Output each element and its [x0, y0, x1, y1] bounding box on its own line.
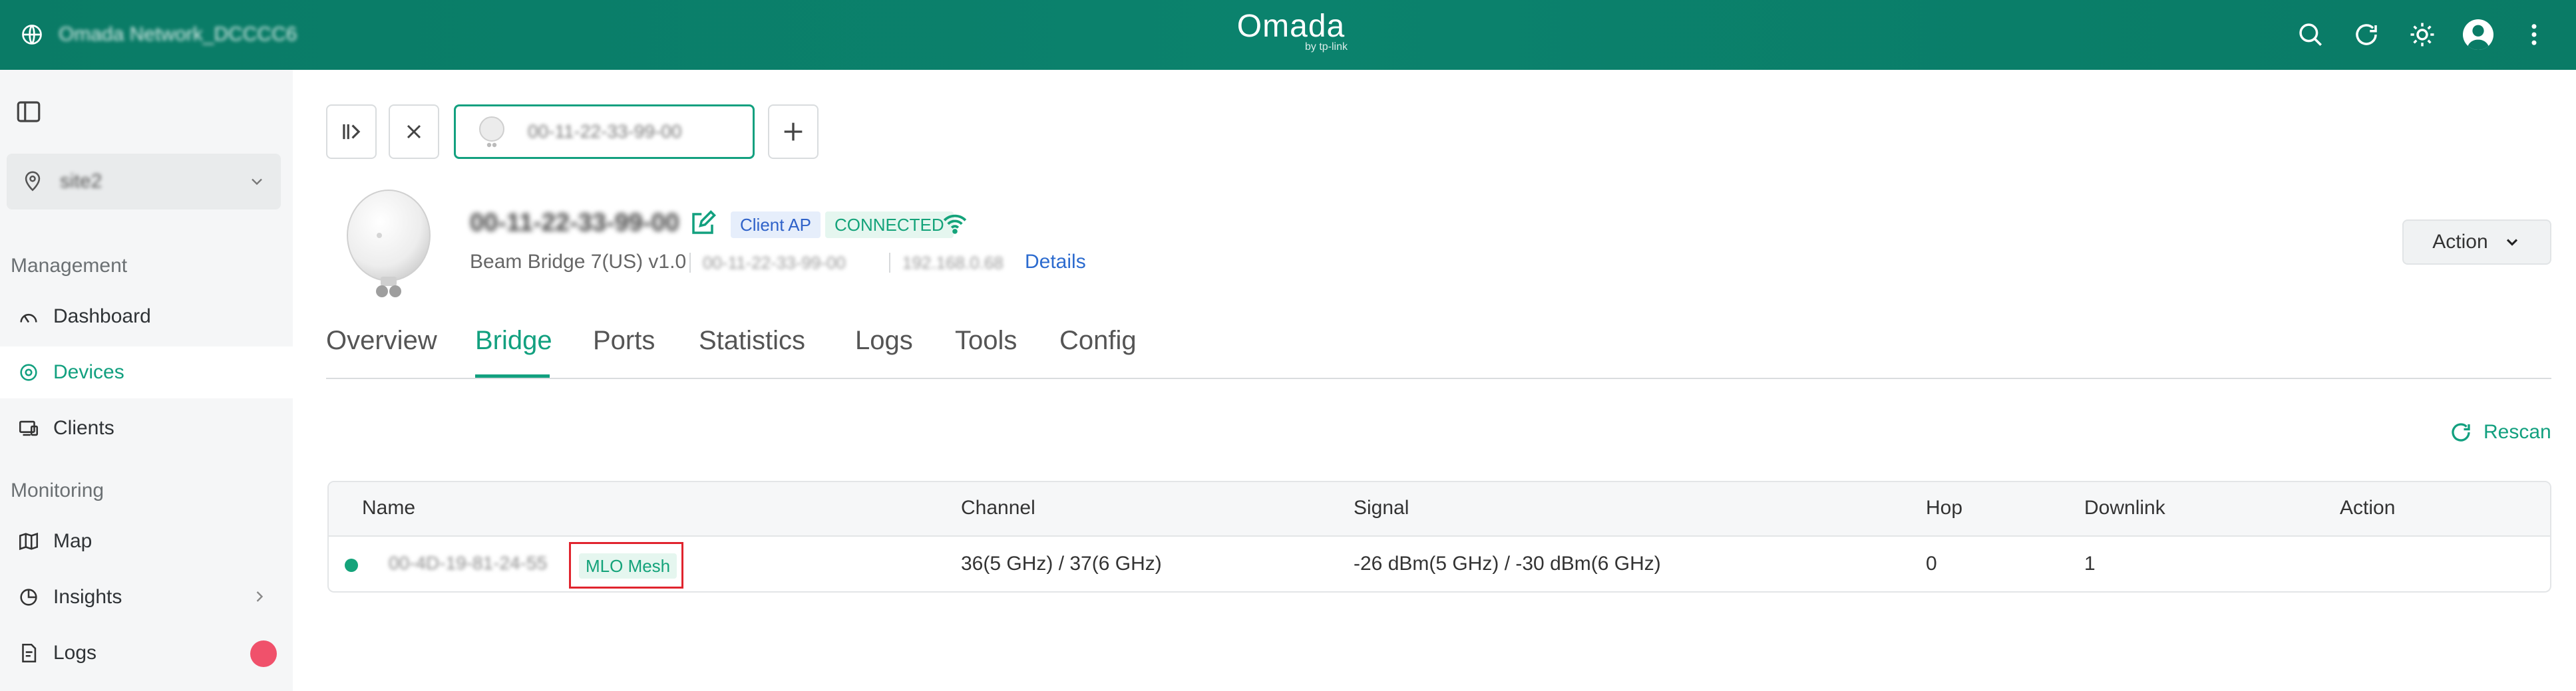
sidebar-item-devices[interactable]: Devices [0, 346, 293, 398]
sidebar-item-label: Devices [53, 361, 124, 383]
devices-icon [20, 364, 37, 381]
highlight-box: MLO Mesh [569, 542, 683, 589]
rescan-label: Rescan [2484, 421, 2551, 443]
globe-icon [22, 25, 42, 45]
add-tab-button[interactable] [768, 104, 819, 159]
sidebar-item-label: Dashboard [53, 305, 151, 327]
sidebar-item-dashboard[interactable]: Dashboard [0, 291, 293, 343]
sidebar-toggle-icon[interactable] [15, 98, 43, 126]
sidebar-item-label: Map [53, 530, 92, 552]
edit-icon[interactable] [689, 209, 717, 237]
collapse-arrow-icon [343, 124, 361, 140]
tab-ports[interactable]: Ports [593, 326, 655, 356]
row-device-name: 00-4D-19-81-24-55 [389, 553, 548, 573]
network-name: Omada Network_DCCCC6 [59, 23, 297, 45]
tab-statistics[interactable]: Statistics [699, 326, 805, 356]
group-label-monitoring: Monitoring [11, 480, 104, 501]
details-link[interactable]: Details [1025, 251, 1086, 273]
sidebar: site2 Management Dashboard Devices Clien… [0, 70, 293, 691]
tab-config[interactable]: Config [1059, 326, 1137, 356]
column-header-action: Action [2340, 497, 2396, 519]
row-hop: 0 [1926, 553, 1937, 575]
plus-icon [784, 122, 803, 141]
dashboard-icon [20, 313, 37, 323]
device-thumbnail-icon [479, 116, 504, 148]
sidebar-item-logs[interactable]: Logs [0, 627, 293, 679]
header-actions [2295, 16, 2549, 53]
tab-bridge[interactable]: Bridge [475, 326, 552, 356]
group-label-management: Management [11, 255, 128, 277]
close-tab-button[interactable] [389, 104, 439, 159]
sidebar-item-label: Logs [53, 642, 97, 664]
sidebar-item-clients[interactable]: Clients [0, 402, 293, 454]
column-header-downlink: Downlink [2084, 497, 2165, 519]
clients-icon [19, 420, 39, 436]
row-signal: -26 dBm(5 GHz) / -30 dBm(6 GHz) [1354, 553, 1661, 575]
tab-logs[interactable]: Logs [855, 326, 913, 356]
status-badge: CONNECTED [825, 211, 954, 238]
location-pin-icon [25, 171, 41, 192]
action-label: Action [2432, 231, 2488, 253]
expand-panel-button[interactable] [326, 104, 377, 159]
column-header-hop: Hop [1926, 497, 1963, 519]
row-channel: 36(5 GHz) / 37(6 GHz) [961, 553, 1162, 575]
site-name: site2 [60, 170, 102, 192]
table-header: Name Channel Signal Hop Downlink Action [329, 482, 2550, 537]
online-status-dot [345, 559, 358, 572]
bridge-table: Name Channel Signal Hop Downlink Action … [327, 481, 2551, 593]
device-ip: 192.168.0.68 [902, 253, 1004, 273]
sidebar-item-label: Clients [53, 417, 114, 439]
theme-icon[interactable] [2407, 19, 2438, 50]
notification-badge [250, 640, 277, 667]
chevron-down-icon [2506, 239, 2517, 246]
tab-tools[interactable]: Tools [955, 326, 1017, 356]
tab-overview[interactable]: Overview [326, 326, 437, 356]
chevron-right-icon [256, 591, 264, 602]
column-header-channel: Channel [961, 497, 1035, 519]
device-tab-mac: 00-11-22-33-99-00 [528, 121, 682, 142]
row-downlink: 1 [2084, 553, 2096, 575]
omada-logo: Omada by tp-link [1234, 9, 1348, 53]
sidebar-item-insights[interactable]: Insights [0, 571, 293, 623]
rescan-button[interactable]: Rescan [2449, 420, 2551, 444]
mlo-mesh-tag: MLO Mesh [579, 553, 677, 579]
device-model: Beam Bridge 7(US) v1.0 [470, 251, 687, 273]
wifi-icon [943, 214, 967, 234]
device-type-tag: Client AP [731, 211, 821, 238]
column-header-signal: Signal [1354, 497, 1409, 519]
column-header-name: Name [362, 497, 416, 519]
insights-icon [20, 589, 37, 606]
close-icon [407, 124, 421, 139]
device-image [347, 190, 431, 297]
device-title: 00-11-22-33-99-00 [470, 209, 679, 237]
divider [889, 253, 890, 273]
tabs-divider [326, 378, 2551, 379]
top-bar: Omada Network_DCCCC6 Omada by tp-link [0, 0, 2576, 70]
site-selector[interactable]: site2 [7, 154, 281, 209]
chevron-down-icon [252, 178, 262, 186]
action-button[interactable]: Action [2402, 219, 2551, 265]
refresh-icon [2452, 423, 2470, 442]
divider [689, 253, 691, 273]
device-tab[interactable]: 00-11-22-33-99-00 [454, 104, 755, 159]
search-icon[interactable] [2295, 19, 2326, 50]
device-mac: 00-11-22-33-99-00 [703, 253, 846, 273]
sidebar-item-map[interactable]: Map [0, 515, 293, 567]
more-icon[interactable] [2519, 19, 2549, 50]
network-selector[interactable]: Omada Network_DCCCC6 [20, 19, 297, 51]
logs-icon [22, 643, 37, 663]
map-icon [19, 532, 39, 551]
sidebar-item-label: Insights [53, 586, 122, 608]
avatar[interactable] [2463, 19, 2493, 50]
refresh-icon[interactable] [2351, 19, 2382, 50]
logo-text: Omada [1236, 9, 1346, 44]
